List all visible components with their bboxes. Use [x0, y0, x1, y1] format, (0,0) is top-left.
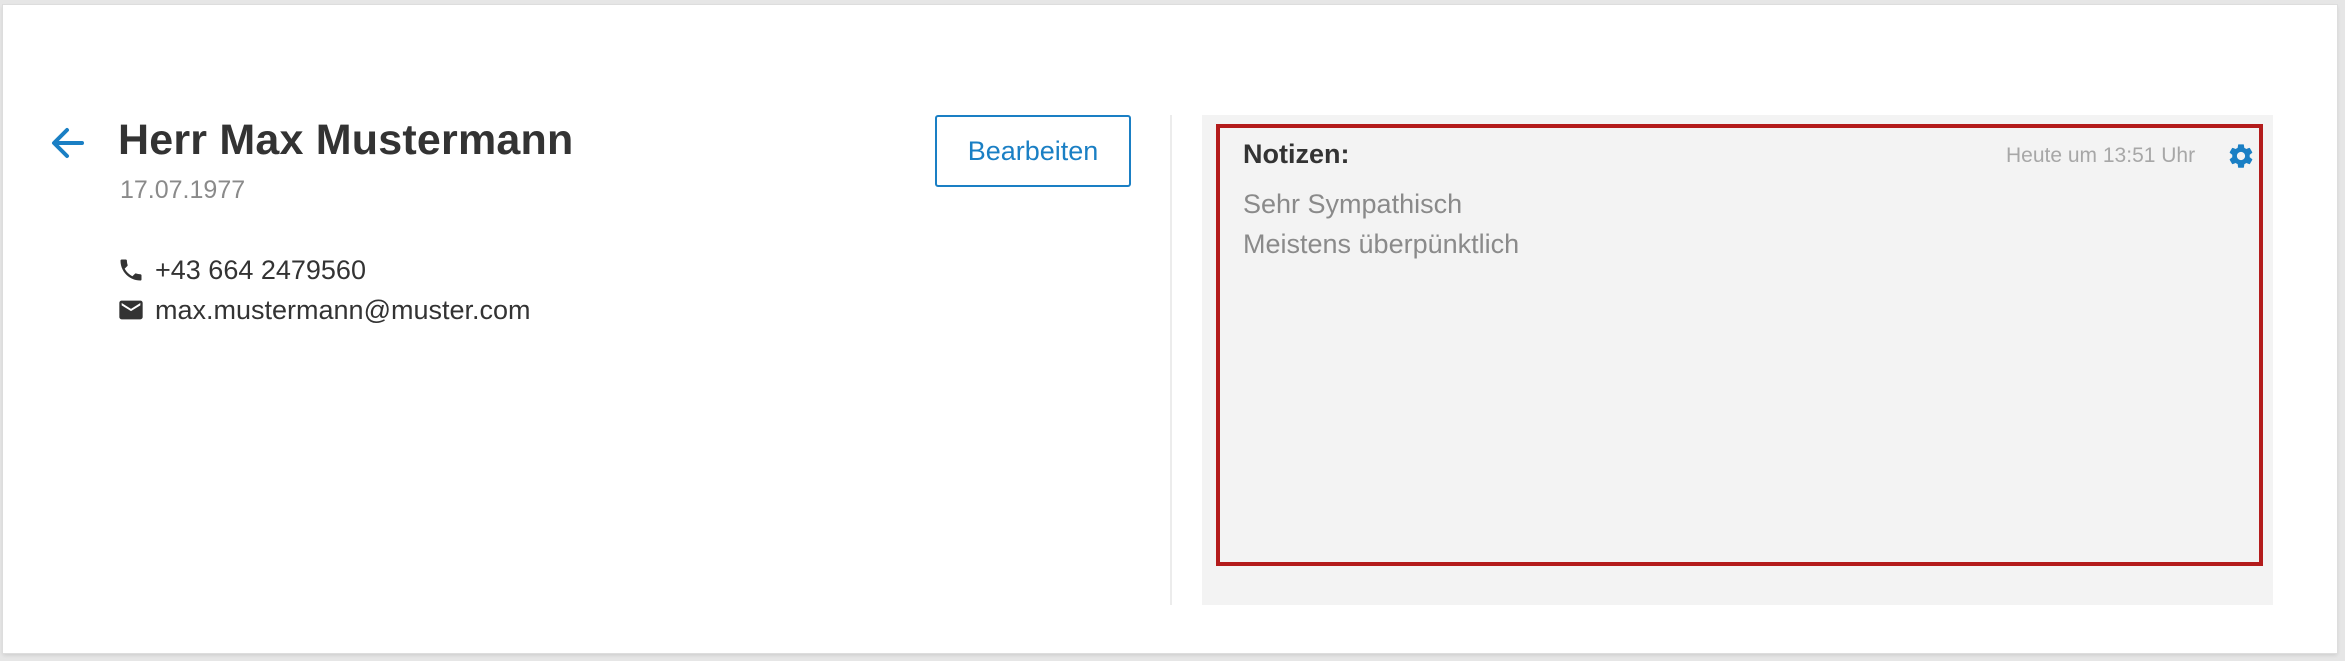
contact-birthdate: 17.07.1977: [120, 176, 246, 204]
email-row: max.mustermann@muster.com: [117, 293, 531, 327]
phone-number[interactable]: +43 664 2479560: [155, 255, 366, 286]
note-line: Sehr Sympathisch: [1243, 189, 1463, 219]
note-line: Meistens überpünktlich: [1243, 229, 1520, 259]
contact-name: Herr Max Mustermann: [118, 116, 574, 164]
email-address[interactable]: max.mustermann@muster.com: [155, 295, 531, 326]
edit-button[interactable]: Bearbeiten: [935, 115, 1131, 187]
phone-row: +43 664 2479560: [117, 253, 366, 287]
envelope-icon: [117, 296, 145, 324]
gear-icon[interactable]: [2227, 142, 2255, 170]
back-arrow-icon[interactable]: [46, 121, 90, 165]
notes-heading: Notizen:: [1243, 139, 1350, 169]
notes-timestamp: Heute um 13:51 Uhr: [2006, 144, 2196, 167]
vertical-divider: [1170, 115, 1172, 605]
phone-icon: [117, 256, 145, 284]
